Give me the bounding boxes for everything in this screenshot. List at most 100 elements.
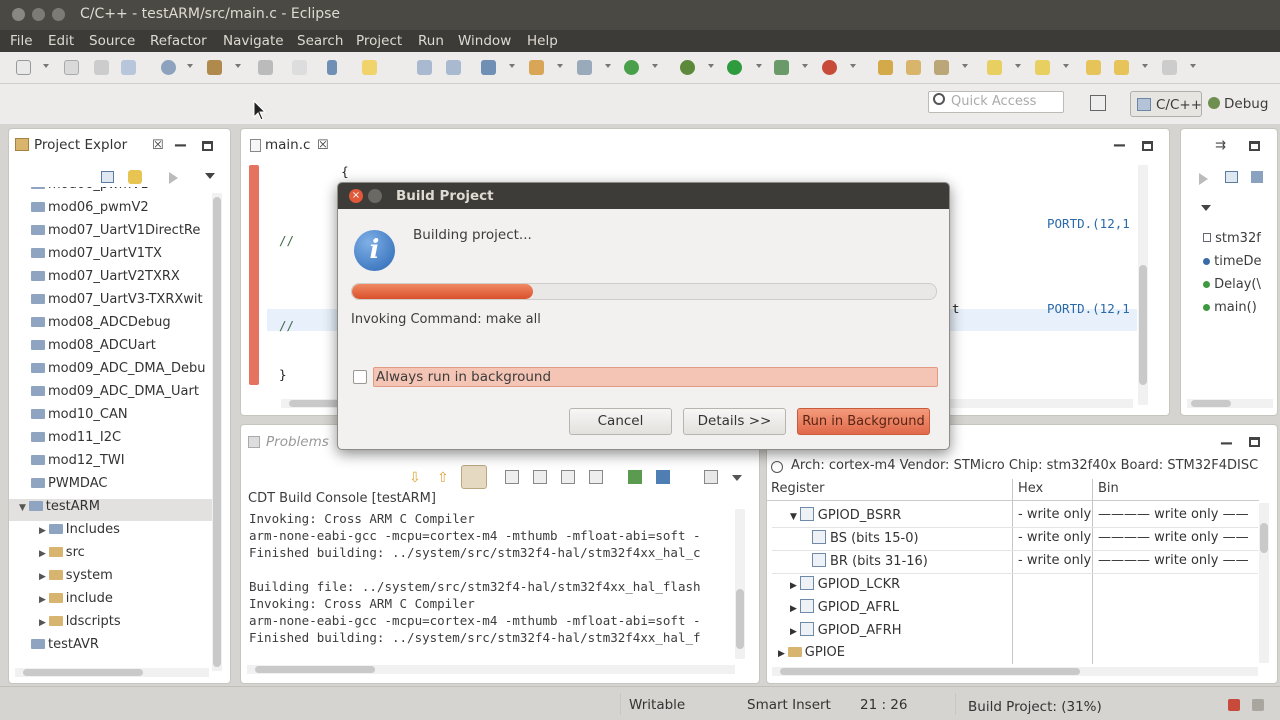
- new-folder-icon[interactable]: [529, 60, 544, 75]
- editor-vertical-scrollbar[interactable]: [1138, 165, 1148, 405]
- prev-annotation-icon[interactable]: ⇧: [437, 470, 449, 486]
- register-row[interactable]: ▶ GPIOE: [772, 643, 1258, 666]
- perspective-cpp-button[interactable]: C/C++: [1130, 91, 1202, 117]
- close-window-icon[interactable]: [12, 8, 25, 21]
- link-editor-icon[interactable]: [128, 170, 142, 184]
- perspective-debug-button[interactable]: Debug: [1206, 91, 1278, 117]
- console-output[interactable]: Invoking: Cross ARM C Compiler arm-none-…: [242, 509, 732, 661]
- tree-item[interactable]: testAVR: [31, 637, 99, 659]
- register-row[interactable]: ▼ GPIOD_BSRR - write only ———— write only …: [772, 505, 1258, 528]
- tree-item[interactable]: mod06_pwmV1: [31, 187, 149, 199]
- register-row[interactable]: ▶ GPIOD_LCKR: [772, 574, 1258, 597]
- new-cpp-class-icon[interactable]: [481, 60, 496, 75]
- outline-item[interactable]: main(): [1203, 300, 1257, 315]
- register-row[interactable]: BS (bits 15-0) - write only ———— write onl…: [772, 528, 1258, 551]
- scrollbar-thumb[interactable]: [213, 197, 221, 667]
- close-editor-icon[interactable]: ☒: [317, 138, 329, 153]
- copy-icon[interactable]: [533, 470, 547, 484]
- open-perspective-icon[interactable]: [1090, 95, 1106, 111]
- dialog-close-icon[interactable]: ×: [349, 189, 363, 203]
- register-row[interactable]: ▶ GPIOD_AFRL: [772, 597, 1258, 620]
- tree-item[interactable]: ▶ Includes: [39, 522, 120, 544]
- debug-icon[interactable]: [680, 60, 695, 75]
- prev-annotation-icon[interactable]: [1035, 60, 1050, 75]
- tree-item[interactable]: ▶ src: [39, 545, 85, 567]
- build-hammer-icon[interactable]: [207, 60, 222, 75]
- quick-access-field[interactable]: Quick Access: [928, 91, 1064, 113]
- always-background-label[interactable]: Always run in background: [373, 367, 938, 387]
- manage-configs-icon[interactable]: [161, 60, 176, 75]
- minimize-icon[interactable]: ▁: [175, 131, 186, 147]
- forward-icon[interactable]: [1162, 60, 1177, 75]
- registers-maximize-icon[interactable]: [1249, 437, 1260, 447]
- cancel-button[interactable]: Cancel: [569, 408, 672, 435]
- outline-item[interactable]: stm32f: [1203, 231, 1261, 246]
- view-menu-icon[interactable]: [205, 173, 215, 179]
- tree-item[interactable]: PWMDAC: [31, 476, 107, 498]
- registers-minimize-icon[interactable]: ▁: [1221, 429, 1232, 445]
- tree-item[interactable]: ▶ include: [39, 591, 113, 613]
- hscroll-thumb[interactable]: [255, 666, 375, 673]
- code-text-fragment[interactable]: t: [952, 301, 960, 316]
- clean-icon[interactable]: [292, 60, 307, 75]
- menu-window[interactable]: Window: [458, 33, 511, 49]
- menu-run[interactable]: Run: [418, 33, 444, 49]
- outline-menu-icon[interactable]: [1201, 205, 1211, 211]
- print-icon[interactable]: [121, 60, 136, 75]
- expanded-arrow-icon[interactable]: ▼: [790, 512, 800, 522]
- details-button[interactable]: Details >>: [683, 408, 786, 435]
- outline-hscrollbar[interactable]: [1187, 399, 1273, 408]
- code-text-portd[interactable]: PORTD.(12,1: [1047, 216, 1130, 231]
- tree-item[interactable]: ▶ system: [39, 568, 113, 590]
- new-icon[interactable]: [16, 60, 31, 75]
- highlight-icon[interactable]: [362, 60, 377, 75]
- collapsed-arrow-icon[interactable]: ▶: [39, 549, 49, 559]
- open-console-icon[interactable]: [704, 470, 718, 484]
- collapsed-arrow-icon[interactable]: ▶: [39, 595, 49, 605]
- maximize-window-icon[interactable]: [52, 8, 65, 21]
- save-all-icon[interactable]: [94, 60, 109, 75]
- outline-collapse-icon[interactable]: [1225, 171, 1238, 183]
- project-explorer-tab[interactable]: Project Explor: [34, 137, 127, 153]
- menu-help[interactable]: Help: [527, 33, 558, 49]
- block-select-icon[interactable]: [446, 60, 461, 75]
- tree-item[interactable]: mod09_ADC_DMA_Debu: [31, 361, 206, 383]
- outline-tab-icon[interactable]: ⇉: [1215, 138, 1226, 153]
- console-menu-icon[interactable]: [732, 475, 742, 481]
- register-row[interactable]: BR (bits 31-16) - write only ———— write on…: [772, 551, 1258, 574]
- hscroll-thumb[interactable]: [1191, 400, 1231, 407]
- scrollbar-thumb[interactable]: [736, 589, 744, 649]
- save-output-icon[interactable]: [561, 470, 575, 484]
- code-line[interactable]: }: [279, 367, 287, 382]
- console-hscrollbar[interactable]: [247, 665, 735, 674]
- collapsed-arrow-icon[interactable]: ▶: [39, 572, 49, 582]
- registers-vscrollbar[interactable]: [1259, 503, 1269, 663]
- progress-view-icon[interactable]: [1252, 699, 1264, 711]
- register-row[interactable]: ▶ GPIOD_AFRH: [772, 620, 1258, 643]
- editor-minimize-icon[interactable]: ▁: [1114, 131, 1125, 147]
- maximize-icon[interactable]: [202, 141, 213, 151]
- menu-source[interactable]: Source: [89, 33, 135, 49]
- tree-item[interactable]: mod07_UartV1TX: [31, 246, 162, 268]
- menu-refactor[interactable]: Refactor: [150, 33, 207, 49]
- open-type-icon[interactable]: [327, 60, 337, 75]
- save-icon[interactable]: [64, 60, 79, 75]
- minimize-window-icon[interactable]: [32, 8, 45, 21]
- tree-item[interactable]: ▶ ldscripts: [39, 614, 121, 636]
- open-folder-icon[interactable]: [878, 60, 893, 75]
- problems-tab[interactable]: Problems: [266, 434, 329, 450]
- collapsed-arrow-icon[interactable]: ▶: [39, 526, 49, 536]
- outline-item[interactable]: Delay(\: [1203, 277, 1261, 292]
- new-source-icon[interactable]: [577, 60, 592, 75]
- always-background-checkbox-row[interactable]: Always run in background: [351, 367, 938, 387]
- display-console-icon[interactable]: [656, 470, 670, 484]
- menu-edit[interactable]: Edit: [48, 33, 74, 49]
- run-in-background-button[interactable]: Run in Background: [797, 408, 930, 435]
- tree-item-project[interactable]: ▼ testARM: [9, 499, 214, 521]
- code-line[interactable]: //: [279, 318, 294, 333]
- outline-item[interactable]: timeDe: [1203, 254, 1262, 269]
- toggle-mark-icon[interactable]: [417, 60, 432, 75]
- build-all-icon[interactable]: [258, 60, 273, 75]
- tree-item[interactable]: mod07_UartV1DirectRe: [31, 223, 200, 245]
- close-tab-icon[interactable]: ☒: [152, 138, 164, 153]
